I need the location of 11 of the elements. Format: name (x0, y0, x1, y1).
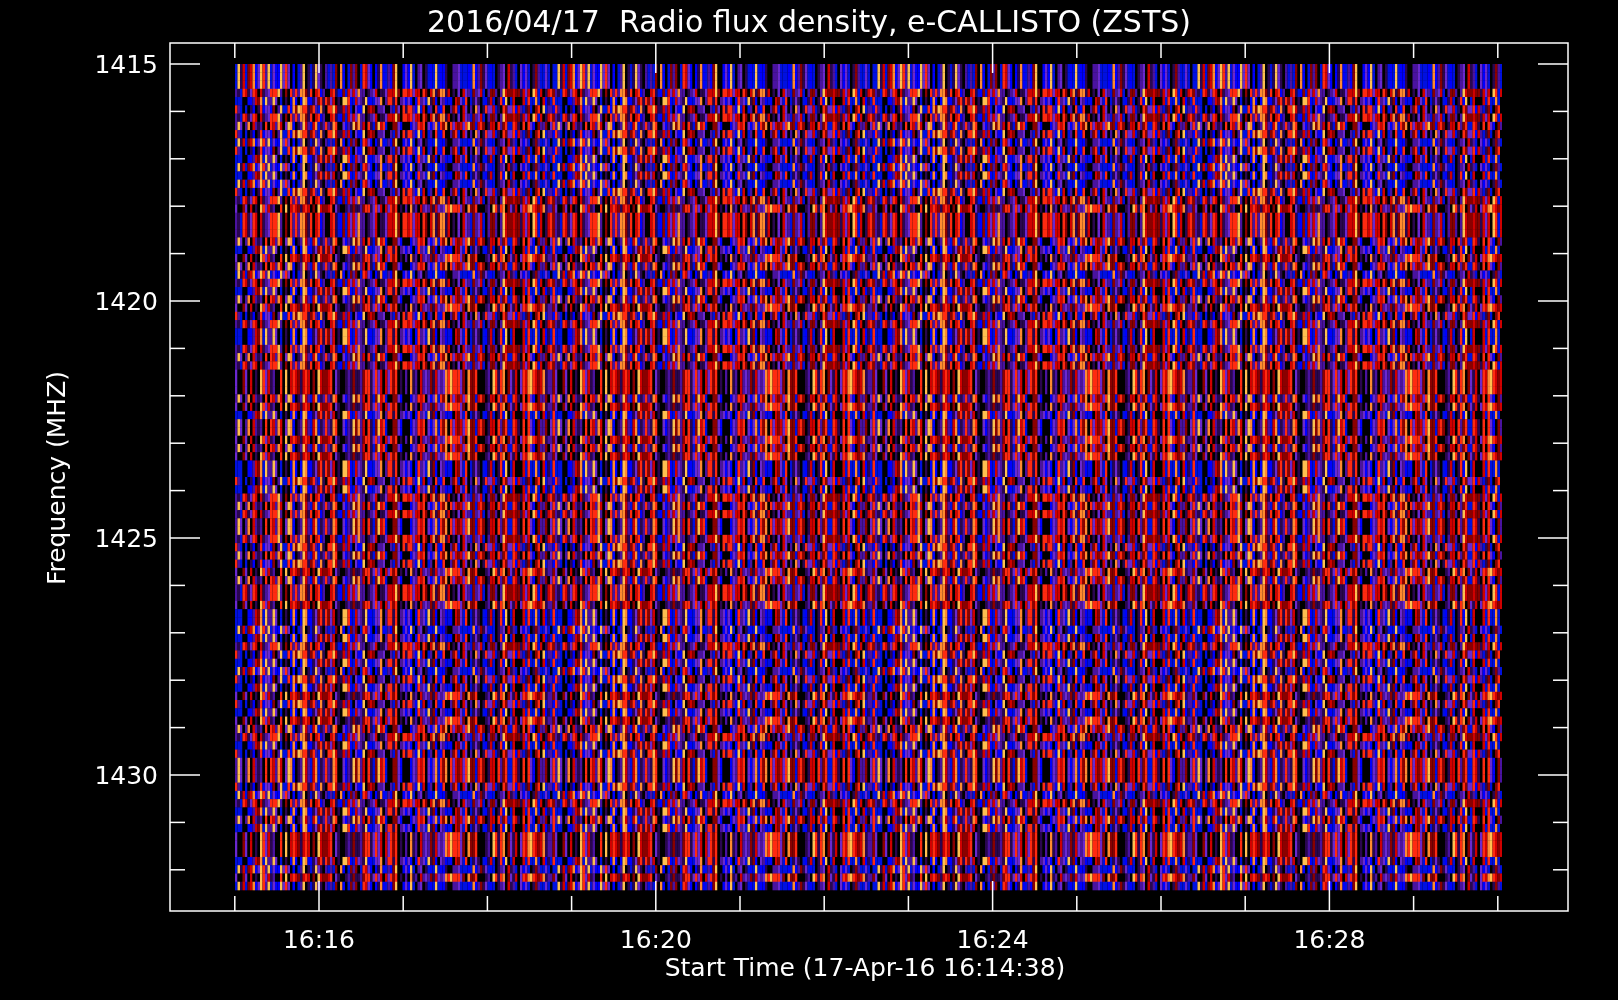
x-tick-label: 16:24 (956, 925, 1029, 954)
x-axis-title: Start Time (17-Apr-16 16:14:38) (664, 953, 1066, 982)
x-tick-label: 16:16 (283, 925, 355, 954)
y-tick-label: 1420 (94, 287, 158, 316)
y-tick-label: 1425 (94, 524, 158, 553)
y-axis-title: Frequency (MHZ) (42, 370, 71, 586)
y-tick-label: 1415 (94, 50, 158, 79)
x-tick-label: 16:20 (619, 925, 692, 954)
y-tick-label: 1430 (94, 761, 158, 790)
chart-title: 2016/04/17 Radio flux density, e-CALLISTO (ZSTS) (427, 4, 1191, 39)
x-tick-label: 16:28 (1293, 925, 1366, 954)
